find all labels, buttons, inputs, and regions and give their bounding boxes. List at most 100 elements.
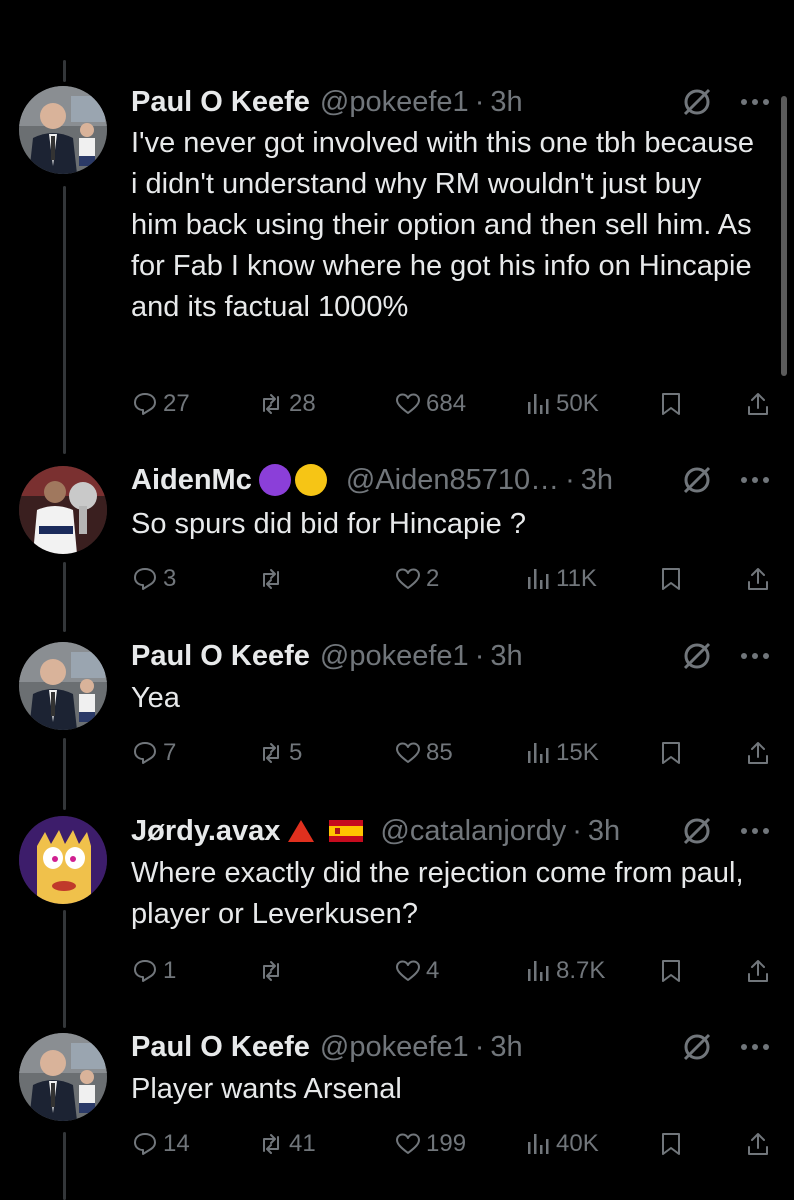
share-button[interactable] <box>745 735 771 771</box>
avatar[interactable] <box>19 466 107 554</box>
grok-icon[interactable] <box>680 85 714 119</box>
views-icon <box>528 1134 549 1154</box>
repost-button[interactable]: 28 <box>258 386 316 422</box>
reply-button[interactable]: 27 <box>132 386 190 422</box>
share-icon <box>748 568 768 590</box>
timestamp[interactable]: 3h <box>490 1027 522 1067</box>
more-options-icon[interactable] <box>738 463 772 497</box>
grok-icon[interactable] <box>680 814 714 848</box>
more-options-icon[interactable] <box>738 85 772 119</box>
avatar[interactable] <box>19 642 107 730</box>
share-icon <box>748 393 768 415</box>
display-name[interactable]: Paul O Keefe <box>131 636 310 676</box>
like-button[interactable]: 684 <box>395 386 466 422</box>
tweet-text: Yea <box>131 682 180 714</box>
share-button[interactable] <box>745 386 771 422</box>
display-name[interactable]: Paul O Keefe <box>131 1027 310 1067</box>
reply-button[interactable]: 14 <box>132 1126 190 1162</box>
like-button[interactable]: 4 <box>395 953 439 989</box>
bookmark-button[interactable] <box>658 561 684 597</box>
timestamp[interactable]: 3h <box>581 460 613 500</box>
bookmark-button[interactable] <box>658 386 684 422</box>
reply-count: 3 <box>163 565 177 592</box>
more-options-icon[interactable] <box>738 814 772 848</box>
views-button[interactable]: 8.7K <box>525 953 605 989</box>
timestamp[interactable]: 3h <box>490 82 522 122</box>
red-triangle-icon <box>288 820 315 842</box>
repost-icon <box>263 743 279 763</box>
reply-button[interactable]: 7 <box>132 735 176 771</box>
like-count: 684 <box>426 390 467 417</box>
user-handle[interactable]: @catalanjordy <box>380 811 566 851</box>
like-button[interactable]: 199 <box>395 1126 466 1162</box>
tweet-header: Paul O Keefe @pokeefe1 · 3h <box>131 82 772 122</box>
bookmark-button[interactable] <box>658 735 684 771</box>
repost-button[interactable]: 5 <box>258 735 302 771</box>
reply-icon <box>134 960 156 982</box>
like-button[interactable]: 85 <box>395 735 453 771</box>
repost-button[interactable] <box>258 953 289 989</box>
action-bar: 27 28 684 50K <box>0 386 794 422</box>
repost-count: 28 <box>289 390 316 417</box>
repost-icon <box>263 961 279 981</box>
more-options-icon[interactable] <box>738 1030 772 1064</box>
view-count: 8.7K <box>556 957 606 984</box>
share-button[interactable] <box>745 953 771 989</box>
repost-button[interactable]: 41 <box>258 1126 316 1162</box>
repost-icon <box>263 1134 279 1154</box>
avatar[interactable] <box>19 816 107 904</box>
tweet-text: So spurs did bid for Hincapie ? <box>131 508 526 540</box>
user-handle[interactable]: @pokeefe1 <box>320 82 469 122</box>
like-button[interactable]: 2 <box>395 561 439 597</box>
views-icon <box>528 961 549 981</box>
reply-count: 14 <box>163 1130 190 1157</box>
user-handle[interactable]: @pokeefe1 <box>320 636 469 676</box>
view-count: 11K <box>556 565 597 592</box>
reply-button[interactable]: 3 <box>132 561 176 597</box>
views-button[interactable]: 50K <box>525 386 599 422</box>
timestamp[interactable]: 3h <box>490 636 522 676</box>
avatar[interactable] <box>19 1033 107 1121</box>
reply-count: 1 <box>163 957 177 984</box>
repost-icon <box>263 394 279 414</box>
display-name[interactable]: Paul O Keefe <box>131 82 310 122</box>
avatar[interactable] <box>19 86 107 174</box>
display-name[interactable]: Jørdy.avax <box>131 811 280 851</box>
tweet-text: Where exactly did the rejection come fro… <box>131 857 752 930</box>
reply-count: 7 <box>163 739 177 766</box>
action-bar: 1 4 8.7K <box>0 953 794 989</box>
heart-icon <box>396 742 420 763</box>
repost-icon <box>263 569 279 589</box>
display-name[interactable]: AidenMc <box>131 460 252 500</box>
share-icon <box>748 1133 768 1155</box>
views-button[interactable]: 15K <box>525 735 599 771</box>
heart-icon <box>396 568 420 589</box>
grok-icon[interactable] <box>680 639 714 673</box>
repost-button[interactable] <box>258 561 289 597</box>
more-options-icon[interactable] <box>738 639 772 673</box>
user-handle[interactable]: @Aiden85710… <box>346 460 559 500</box>
views-button[interactable]: 11K <box>525 561 597 597</box>
share-button[interactable] <box>745 1126 771 1162</box>
bookmark-icon <box>662 742 680 764</box>
tweet-header: Paul O Keefe @pokeefe1 · 3h <box>131 1027 772 1067</box>
grok-icon[interactable] <box>680 1030 714 1064</box>
timestamp[interactable]: 3h <box>588 811 620 851</box>
tweet-header: AidenMc @Aiden85710… · 3h <box>131 460 772 500</box>
reply-button[interactable]: 1 <box>132 953 176 989</box>
share-button[interactable] <box>745 561 771 597</box>
scrollbar[interactable] <box>781 96 787 376</box>
bookmark-button[interactable] <box>658 953 684 989</box>
reply-icon <box>134 1133 156 1155</box>
tweet-text: Player wants Arsenal <box>131 1073 402 1105</box>
grok-icon[interactable] <box>680 463 714 497</box>
bookmark-icon <box>662 568 680 590</box>
views-icon <box>528 394 549 414</box>
reply-icon <box>134 568 156 590</box>
user-handle[interactable]: @pokeefe1 <box>320 1027 469 1067</box>
view-count: 50K <box>556 390 599 417</box>
views-button[interactable]: 40K <box>525 1126 599 1162</box>
repost-count: 41 <box>289 1130 316 1157</box>
bookmark-button[interactable] <box>658 1126 684 1162</box>
action-bar: 7 5 85 15K <box>0 735 794 771</box>
